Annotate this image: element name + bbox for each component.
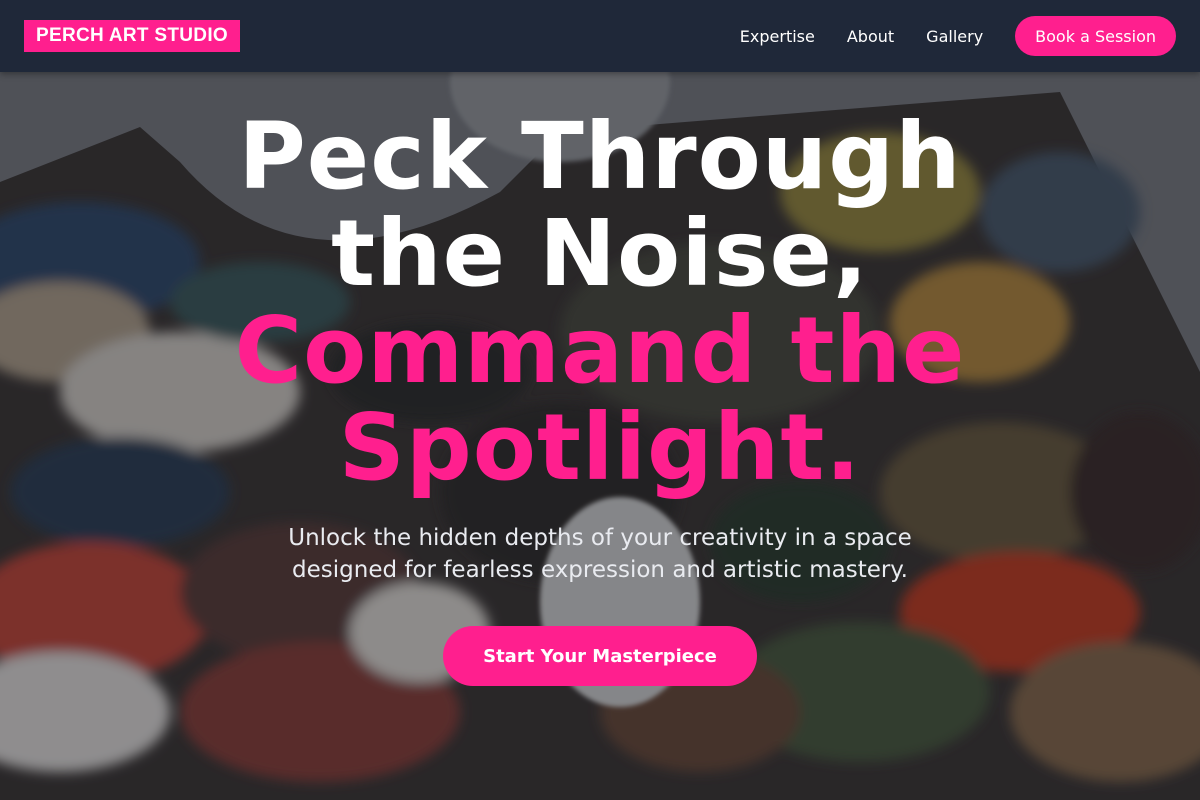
nav-link-expertise[interactable]: Expertise bbox=[740, 27, 815, 46]
book-session-button[interactable]: Book a Session bbox=[1015, 16, 1176, 56]
headline-line-1: Peck Through bbox=[238, 103, 962, 210]
headline-line-3: Command the bbox=[234, 297, 966, 404]
brand-logo[interactable]: PERCH ART STUDIO bbox=[24, 20, 240, 52]
headline-line-4: Spotlight. bbox=[338, 394, 862, 501]
headline-line-2: the Noise, bbox=[331, 200, 869, 307]
hero-content: Peck Through the Noise, Command the Spot… bbox=[0, 72, 1200, 800]
nav-link-about[interactable]: About bbox=[847, 27, 894, 46]
hero-subtitle: Unlock the hidden depths of your creativ… bbox=[288, 525, 912, 583]
top-navbar: PERCH ART STUDIO Expertise About Gallery… bbox=[0, 0, 1200, 72]
nav-link-gallery[interactable]: Gallery bbox=[926, 27, 983, 46]
brand-name: PERCH ART STUDIO bbox=[36, 25, 228, 46]
nav-links: Expertise About Gallery Book a Session bbox=[740, 16, 1176, 56]
hero-headline: Peck Through the Noise, Command the Spot… bbox=[100, 108, 1100, 496]
start-masterpiece-button[interactable]: Start Your Masterpiece bbox=[443, 626, 757, 686]
hero-section: Peck Through the Noise, Command the Spot… bbox=[0, 72, 1200, 800]
